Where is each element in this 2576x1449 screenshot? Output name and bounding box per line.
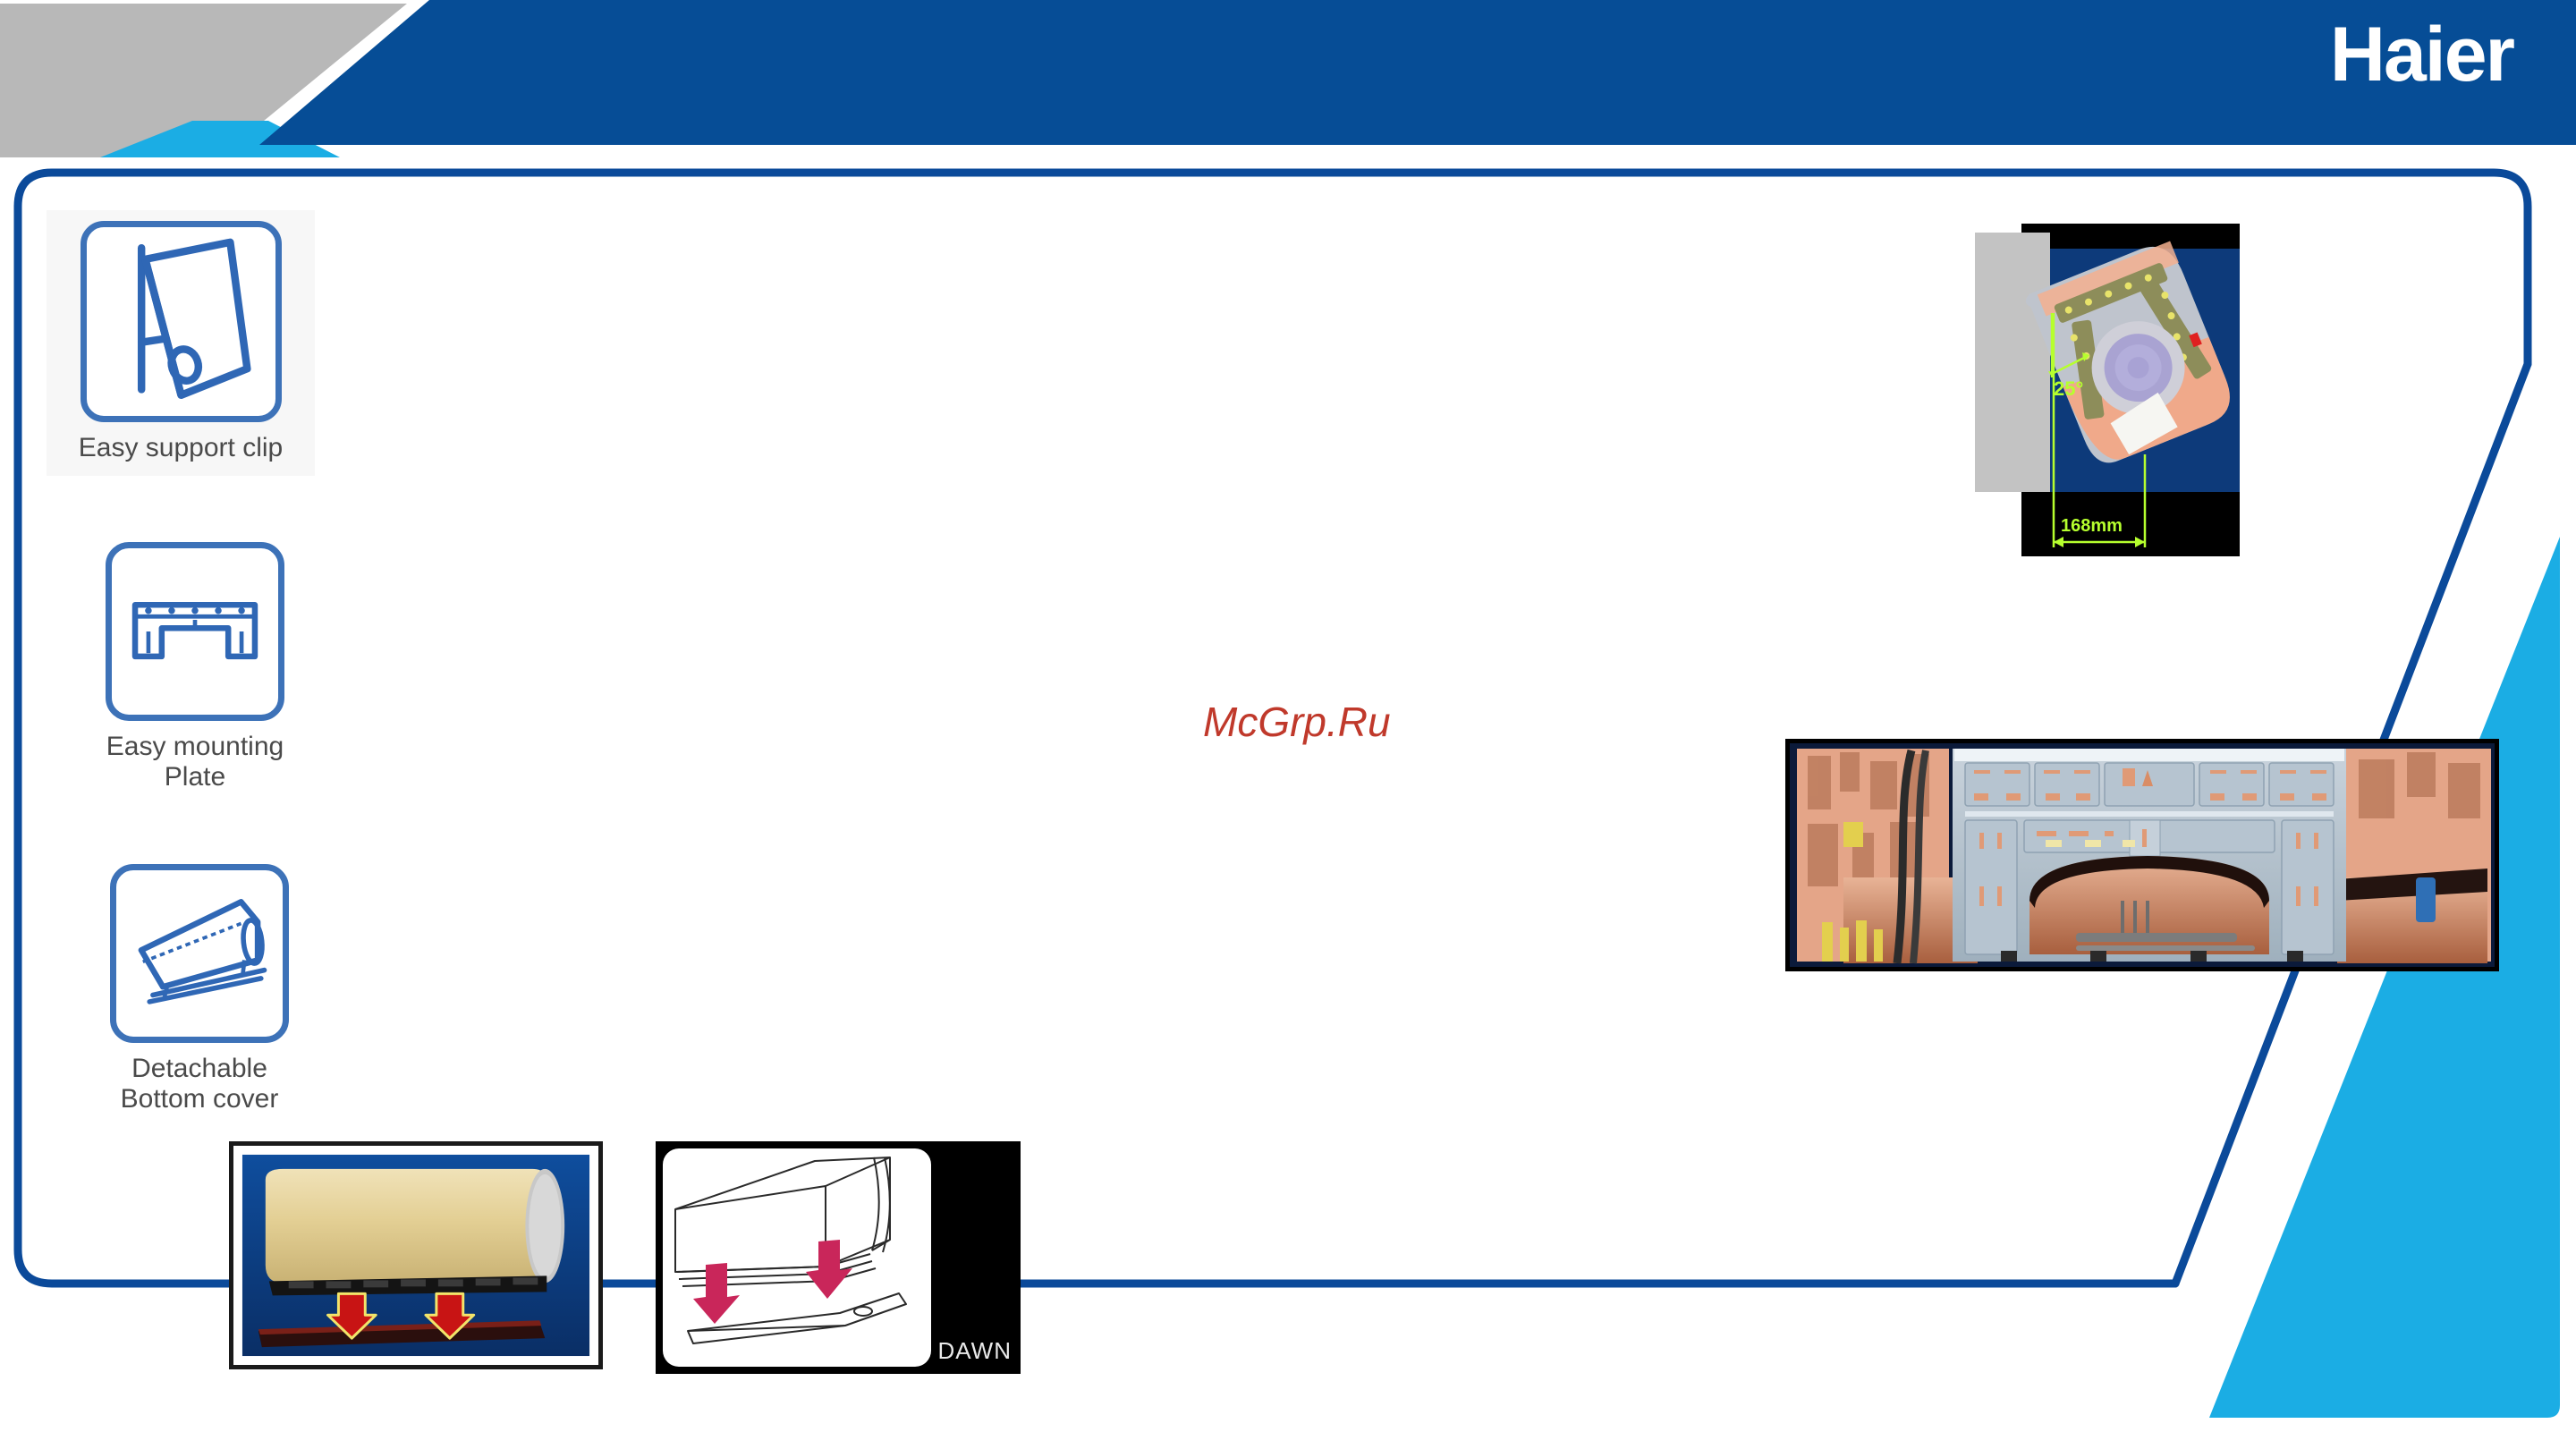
feature-easy-support-clip: Easy support clip (47, 210, 315, 476)
internals-photo (1790, 743, 2495, 967)
figure-bottom-cover-line-drawing: DAWN (656, 1141, 1021, 1374)
feature-detachable-bottom-cover: Detachable Bottom cover (106, 857, 293, 1123)
mounting-plate-icon (131, 601, 258, 660)
haier-logo: Haier (2329, 12, 2515, 97)
feature-easy-mounting-plate: Easy mounting Plate (106, 535, 284, 801)
figure-bottom-cover-render (229, 1141, 603, 1369)
header-graphic (0, 0, 2576, 157)
figure-cross-section: 25° 168mm (1975, 224, 2240, 556)
panel-clip-icon-frame (80, 221, 282, 422)
slide-root: Haier Easy support clip Easy mounting Pl… (0, 0, 2576, 1449)
feature-label: Easy support clip (78, 433, 284, 462)
feature-label: Easy mounting Plate (106, 732, 284, 792)
watermark-mcgrp: McGrp.Ru (1203, 699, 1391, 745)
figure-mounting-plate-internals (1785, 739, 2499, 971)
dawn-caption: DAWN (937, 1337, 1012, 1364)
header-navy-band (259, 0, 2576, 145)
feature-label: Detachable Bottom cover (120, 1054, 279, 1114)
slide-header: Haier (0, 0, 2576, 161)
bottom-cover-icon (138, 899, 267, 1004)
bottom-cover-icon-frame (110, 864, 289, 1043)
panel-clip-icon (137, 238, 251, 400)
bottom-cover-render (233, 1146, 598, 1365)
depth-annotation: 168mm (2061, 516, 2123, 536)
mounting-plate-icon-frame (106, 542, 284, 721)
angle-annotation: 25° (2054, 377, 2083, 400)
cross-section-diagram: 25° 168mm (1975, 224, 2240, 556)
